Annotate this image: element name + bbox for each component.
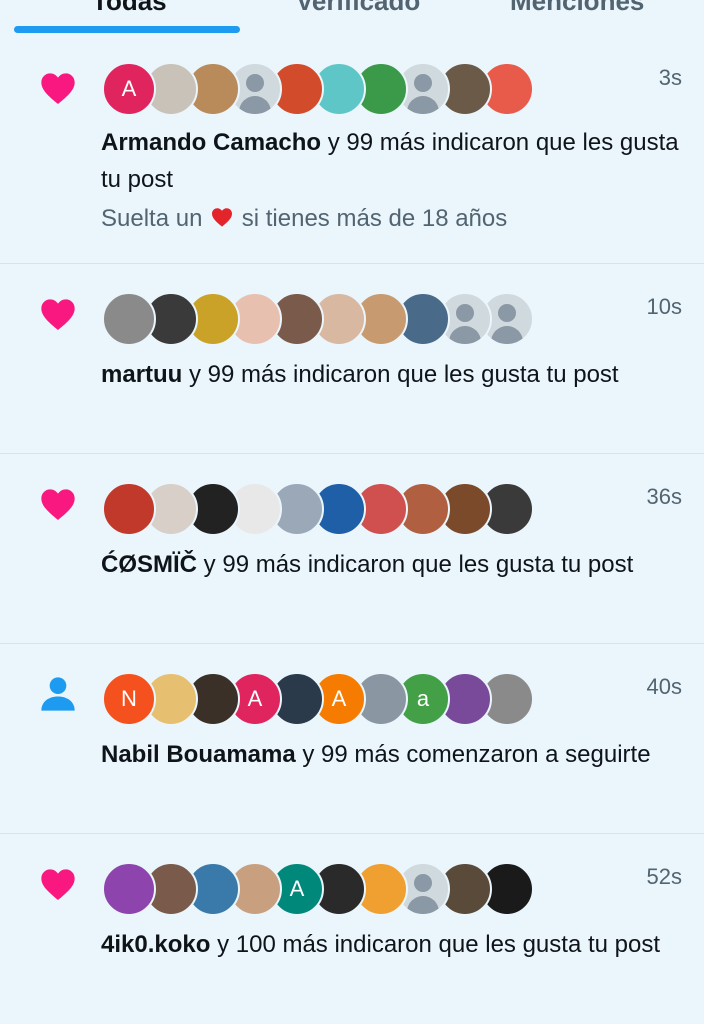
- timestamp: 52s: [646, 864, 682, 889]
- avatar-stack: A: [102, 62, 534, 116]
- post-preview[interactable]: Suelta un si tienes más de 18 años: [101, 205, 507, 233]
- notification-message: y 99 más indicaron que les gusta tu post: [203, 551, 634, 578]
- tab-menciones[interactable]: Menciones: [510, 0, 644, 17]
- avatar[interactable]: [102, 292, 156, 346]
- heart-icon: [41, 299, 75, 330]
- user-name[interactable]: Nabil Bouamama: [101, 741, 296, 768]
- tab-todas[interactable]: Todas: [92, 0, 167, 17]
- post-preview-end: si tienes más de 18 años: [241, 205, 508, 232]
- notification-item[interactable]: A 3s Armando Camacho y 99 más indicaron …: [0, 34, 704, 264]
- notification-item[interactable]: A 52s 4ik0.koko y 100 más indicaron que …: [0, 834, 704, 1024]
- notification-message: y 99 más indicaron que les gusta tu post: [189, 361, 619, 388]
- avatar[interactable]: [102, 482, 156, 536]
- user-name[interactable]: 4ik0.koko: [101, 931, 210, 958]
- avatar-stack: [102, 292, 534, 346]
- notification-text: Nabil Bouamama y 99 más comenzaron a seg…: [101, 736, 691, 773]
- avatar[interactable]: N: [102, 672, 156, 726]
- user-name[interactable]: ĆØSMÏČ: [101, 551, 197, 578]
- active-tab-indicator: [14, 26, 240, 33]
- timestamp: 36s: [646, 484, 682, 509]
- avatar[interactable]: A: [102, 62, 156, 116]
- avatar[interactable]: [102, 862, 156, 916]
- notification-text: Armando Camacho y 99 más indicaron que l…: [101, 124, 691, 198]
- timestamp: 10s: [646, 294, 682, 319]
- notification-text: ĆØSMÏČ y 99 más indicaron que les gusta …: [101, 546, 691, 583]
- notification-message: y 99 más comenzaron a seguirte: [302, 741, 651, 768]
- timestamp: 40s: [646, 674, 682, 699]
- timestamp: 3s: [658, 65, 682, 90]
- notification-tabs: Todas Verificado Menciones: [0, 0, 704, 34]
- notification-item[interactable]: NAAa 40s Nabil Bouamama y 99 más comenza…: [0, 644, 704, 834]
- notification-text: 4ik0.koko y 100 más indicaron que les gu…: [101, 926, 691, 963]
- heart-icon: [41, 869, 75, 900]
- avatar-stack: NAAa: [102, 672, 534, 726]
- tab-verificado[interactable]: Verificado: [296, 0, 420, 17]
- red-heart-emoji-icon: [212, 208, 233, 227]
- notification-message: y 100 más indicaron que les gusta tu pos…: [217, 931, 661, 958]
- user-name[interactable]: Armando Camacho: [101, 129, 321, 156]
- notification-item[interactable]: 10s martuu y 99 más indicaron que les gu…: [0, 264, 704, 454]
- heart-icon: [41, 73, 75, 104]
- avatar-stack: A: [102, 862, 534, 916]
- person-icon: [41, 677, 75, 711]
- user-name[interactable]: martuu: [101, 361, 182, 388]
- heart-icon: [41, 489, 75, 520]
- notification-item[interactable]: 36s ĆØSMÏČ y 99 más indicaron que les gu…: [0, 454, 704, 644]
- avatar-stack: [102, 482, 534, 536]
- post-preview-start: Suelta un: [101, 205, 203, 232]
- notification-text: martuu y 99 más indicaron que les gusta …: [101, 356, 691, 393]
